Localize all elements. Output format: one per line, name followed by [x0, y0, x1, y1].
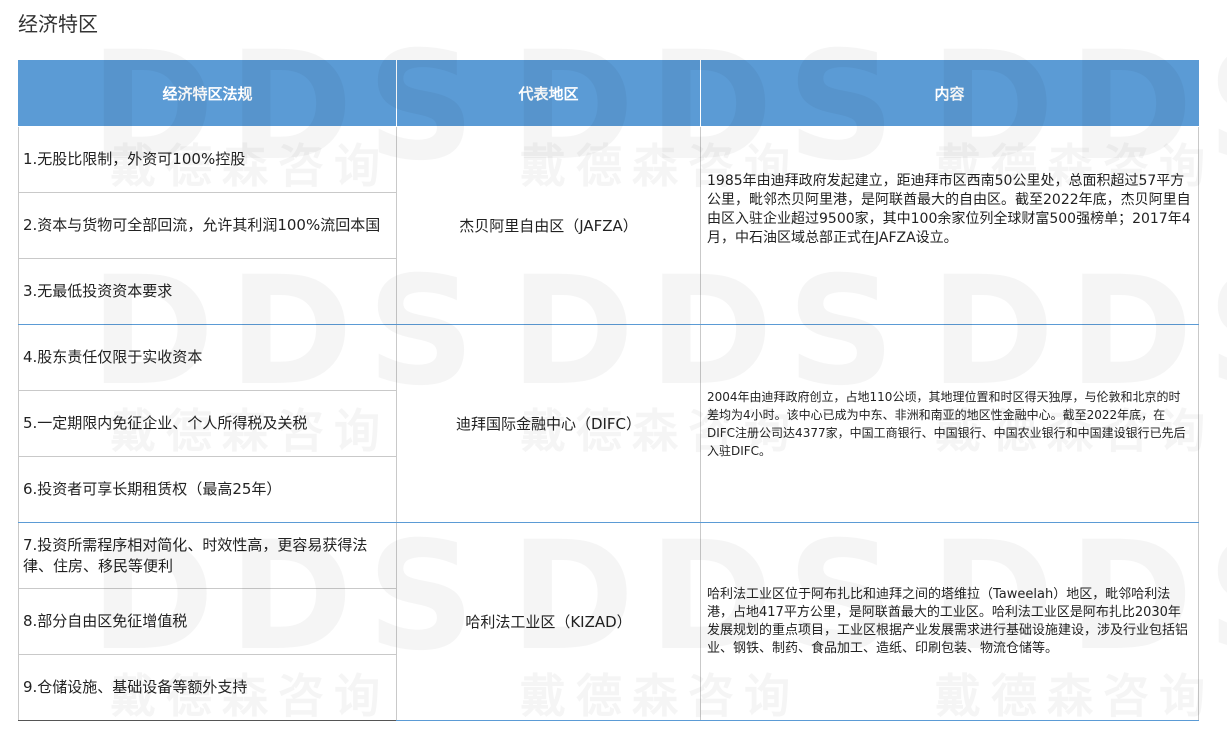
- regulation-cell: 7.投资所需程序相对简化、时效性高，更容易获得法律、住房、移民等便利: [18, 522, 397, 589]
- regulation-cell: 3.无最低投资资本要求: [18, 258, 397, 325]
- content-cell-difc: 2004年由迪拜政府创立，占地110公顷，其地理位置和时区得天独厚，与伦敦和北京…: [700, 324, 1199, 523]
- economic-zone-table: 经济特区法规 代表地区 内容 1.无股比限制，外资可100%控股 杰贝阿里自由区…: [18, 60, 1199, 721]
- content-cell-kizad: 哈利法工业区位于阿布扎比和迪拜之间的塔维拉（Taweelah）地区，毗邻哈利法港…: [700, 522, 1199, 721]
- area-cell-difc: 迪拜国际金融中心（DIFC）: [396, 324, 701, 523]
- regulation-text: 3.无最低投资资本要求: [23, 282, 173, 300]
- content-cell-jafza: 1985年由迪拜政府发起建立，距迪拜市区西南50公里处，总面积超过57平方公里，…: [700, 126, 1199, 325]
- area-cell-kizad: 哈利法工业区（KIZAD）: [396, 522, 701, 721]
- regulation-text: 7.投资所需程序相对简化、时效性高，更容易获得法律、住房、移民等便利: [23, 535, 368, 575]
- table-row: 7.投资所需程序相对简化、时效性高，更容易获得法律、住房、移民等便利 哈利法工业…: [18, 522, 1199, 721]
- regulation-cell: 8.部分自由区免征增值税: [18, 588, 397, 655]
- regulation-cell: 4.股东责任仅限于实收资本: [18, 324, 397, 391]
- header-content: 内容: [700, 60, 1199, 127]
- regulation-cell: 5.一定期限内免征企业、个人所得税及关税: [18, 390, 397, 457]
- regulation-text: 6.投资者可享长期租赁权（最高25年）: [23, 480, 282, 498]
- regulation-text: 5.一定期限内免征企业、个人所得税及关税: [23, 414, 308, 432]
- header-area: 代表地区: [396, 60, 701, 127]
- table-header-row: 经济特区法规 代表地区 内容: [18, 60, 1199, 127]
- regulation-text: 8.部分自由区免征增值税: [23, 612, 188, 630]
- regulation-text: 4.股东责任仅限于实收资本: [23, 348, 203, 366]
- regulation-text: 1.无股比限制，外资可100%控股: [23, 150, 246, 168]
- regulation-cell: 9.仓储设施、基础设备等额外支持: [18, 654, 397, 721]
- page-title: 经济特区: [18, 12, 98, 36]
- regulation-cell: 6.投资者可享长期租赁权（最高25年）: [18, 456, 397, 523]
- table-row: 1.无股比限制，外资可100%控股 杰贝阿里自由区（JAFZA） 1985年由迪…: [18, 126, 1199, 325]
- area-cell-jafza: 杰贝阿里自由区（JAFZA）: [396, 126, 701, 325]
- table-row: 4.股东责任仅限于实收资本 迪拜国际金融中心（DIFC） 2004年由迪拜政府创…: [18, 324, 1199, 523]
- regulation-text: 9.仓储设施、基础设备等额外支持: [23, 678, 248, 696]
- regulation-cell: 2.资本与货物可全部回流，允许其利润100%流回本国: [18, 192, 397, 259]
- regulation-cell: 1.无股比限制，外资可100%控股: [18, 126, 397, 193]
- header-regulation: 经济特区法规: [18, 60, 397, 127]
- regulation-text: 2.资本与货物可全部回流，允许其利润100%流回本国: [23, 216, 381, 234]
